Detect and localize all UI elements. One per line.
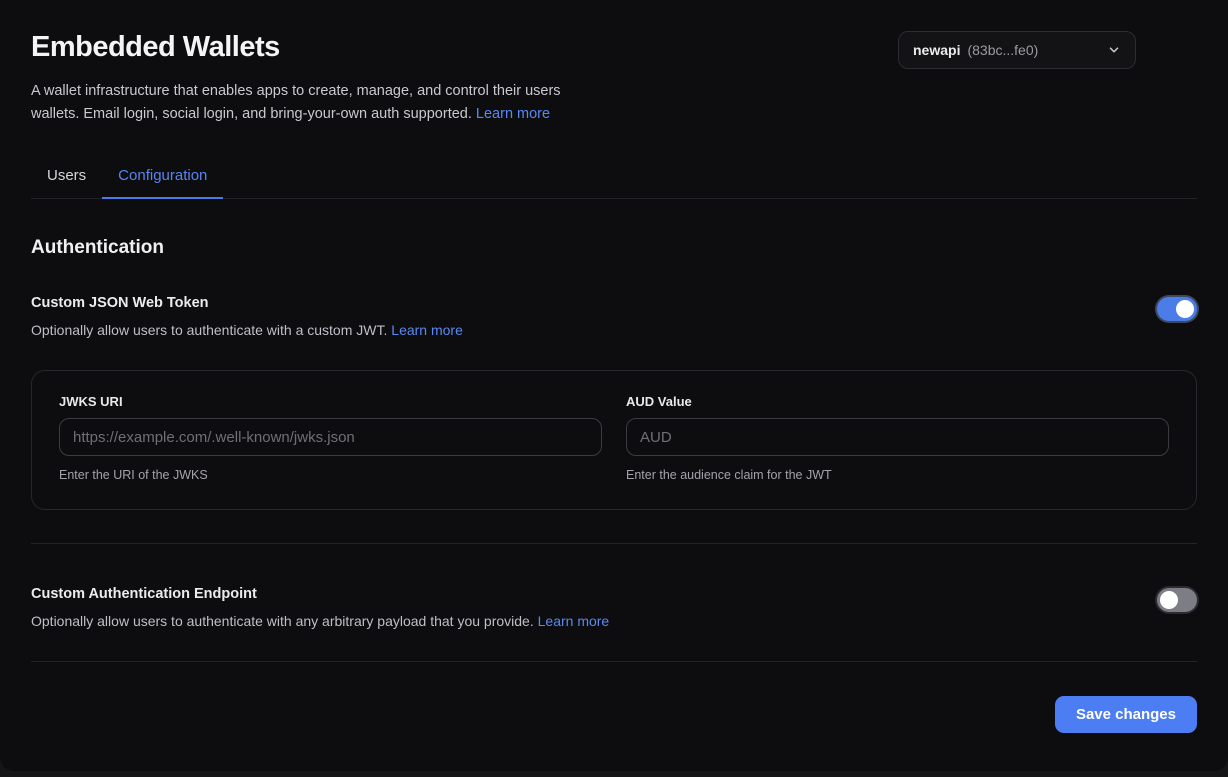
section-heading-authentication: Authentication [31,237,1197,259]
header-learn-more-link[interactable]: Learn more [476,106,550,122]
custom-jwt-label: Custom JSON Web Token [31,295,463,311]
custom-auth-endpoint-label: Custom Authentication Endpoint [31,586,609,602]
chevron-down-icon [1107,43,1121,57]
jwks-uri-input[interactable] [59,418,602,456]
custom-jwt-row: Custom JSON Web Token Optionally allow u… [31,295,1197,338]
save-changes-button[interactable]: Save changes [1055,696,1197,733]
page-header: Embedded Wallets A wallet infrastructure… [31,0,1197,126]
jwks-uri-label: JWKS URI [59,394,602,409]
custom-jwt-learn-more-link[interactable]: Learn more [391,322,463,338]
custom-auth-endpoint-learn-more-link[interactable]: Learn more [538,613,610,629]
custom-jwt-text: Custom JSON Web Token Optionally allow u… [31,295,463,338]
page-description-line2: wallets. Email login, social login, and … [31,106,472,122]
jwks-uri-helper: Enter the URI of the JWKS [59,468,602,482]
project-selector-dropdown[interactable]: newapi (83bc...fe0) [898,31,1136,69]
embedded-wallets-panel: Embedded Wallets A wallet infrastructure… [0,0,1228,771]
custom-auth-endpoint-description-text: Optionally allow users to authenticate w… [31,613,534,629]
tab-users[interactable]: Users [31,158,102,199]
custom-auth-endpoint-row: Custom Authentication Endpoint Optionall… [31,586,1197,629]
page-description-line1: A wallet infrastructure that enables app… [31,83,561,99]
toggle-knob [1160,591,1178,609]
custom-auth-endpoint-toggle[interactable] [1157,588,1197,612]
custom-jwt-description-text: Optionally allow users to authenticate w… [31,322,387,338]
project-id: (83bc...fe0) [967,42,1038,58]
project-name: newapi [913,42,960,58]
custom-jwt-toggle[interactable] [1157,297,1197,321]
toggle-knob [1176,300,1194,318]
aud-value-input[interactable] [626,418,1169,456]
aud-value-helper: Enter the audience claim for the JWT [626,468,1169,482]
custom-jwt-description: Optionally allow users to authenticate w… [31,322,463,338]
custom-auth-endpoint-text: Custom Authentication Endpoint Optionall… [31,586,609,629]
aud-value-label: AUD Value [626,394,1169,409]
page-description: A wallet infrastructure that enables app… [31,80,621,126]
footer-actions: Save changes [31,696,1197,733]
jwt-config-card: JWKS URI Enter the URI of the JWKS AUD V… [31,370,1197,510]
aud-value-field: AUD Value Enter the audience claim for t… [626,394,1169,482]
tab-bar: Users Configuration [31,158,1197,199]
section-divider [31,543,1197,544]
jwks-uri-field: JWKS URI Enter the URI of the JWKS [59,394,602,482]
footer-divider [31,661,1197,662]
custom-auth-endpoint-description: Optionally allow users to authenticate w… [31,613,609,629]
tab-configuration[interactable]: Configuration [102,158,223,199]
